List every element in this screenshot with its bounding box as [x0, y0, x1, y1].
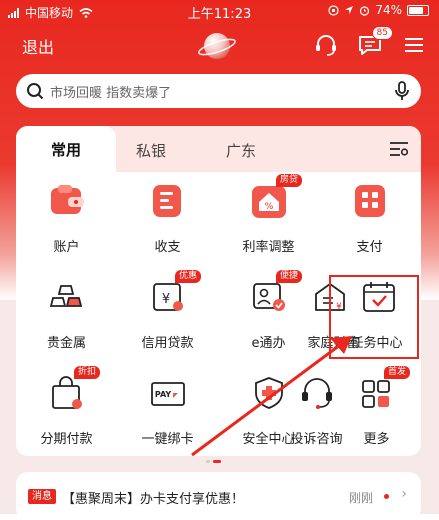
house-rate-icon: %	[252, 186, 286, 218]
shopping-bag-icon	[52, 376, 82, 409]
grid-item-rate-adjust[interactable]: % 房贷 利率调整	[218, 172, 319, 268]
exit-button[interactable]: 退出	[22, 34, 54, 58]
credit-loan-icon: ¥	[153, 283, 183, 311]
grid-more-icon	[362, 380, 390, 408]
grid-item-label: 贵金属	[46, 336, 86, 351]
tab-bar: 常用 私银 广东	[16, 126, 421, 172]
battery-percent: 74%	[375, 3, 402, 17]
svg-text:PAY: PAY	[155, 390, 172, 399]
pay-card-icon: PAY	[151, 382, 185, 406]
task-center-highlight-box	[329, 275, 419, 359]
unread-dot	[384, 494, 389, 499]
grid-item-label: 支付	[356, 240, 383, 255]
grid-item-label: 收支	[154, 240, 181, 255]
battery-icon	[407, 4, 429, 16]
grid-item-income-expense[interactable]: 收支	[117, 172, 218, 268]
page-indicator	[206, 460, 221, 463]
grid-item-bind-card[interactable]: PAY 一键绑卡	[117, 364, 218, 456]
function-card: 常用 私银 广东 账户 收支 % 房贷 利率调整 支付 贵金属 ¥ 优惠 信用贷…	[16, 126, 421, 456]
microphone-icon[interactable]	[393, 81, 411, 101]
grid-item-credit-loan[interactable]: ¥ 优惠 信用贷款	[117, 268, 218, 364]
grid-item-account[interactable]: 账户	[16, 172, 117, 268]
tab-guangdong[interactable]: 广东	[226, 140, 256, 161]
notice-text: 【惠聚周末】办卡支付享优惠！	[62, 492, 245, 507]
payment-icon	[355, 185, 385, 217]
svg-text:¥: ¥	[162, 292, 170, 307]
planet-logo-icon	[198, 33, 236, 59]
header-actions: 85	[313, 26, 427, 58]
grid-item-label: 更多	[363, 432, 390, 447]
account-icon	[51, 185, 84, 214]
customer-service-icon[interactable]	[313, 32, 339, 58]
top-bar: 退出 85	[0, 26, 439, 62]
status-right: 74%	[328, 3, 429, 17]
grid-item-label: 分期付款	[40, 432, 93, 447]
grid-item-installment[interactable]: 折扣 分期付款	[16, 364, 117, 456]
location-icon	[345, 6, 354, 14]
menu-icon[interactable]	[401, 32, 427, 58]
grid-item-label: 账户	[53, 240, 80, 255]
notice-bar[interactable]: 消息 【惠聚周末】办卡支付享优惠！ 刚刚 ›	[16, 472, 421, 520]
message-button[interactable]: 85	[357, 26, 393, 58]
search-bar[interactable]: 市场回暖 指数卖爆了	[16, 74, 421, 108]
orientation-lock-icon	[328, 4, 339, 16]
grid-item-precious-metal[interactable]: 贵金属	[16, 268, 117, 364]
grid-item-label: 利率调整	[242, 240, 295, 255]
svg-text:%: %	[265, 202, 274, 212]
notice-tag: 消息	[28, 489, 56, 504]
tag-badge: 折扣	[74, 366, 101, 379]
filter-settings-icon[interactable]	[389, 140, 409, 158]
chevron-right-icon: ›	[401, 486, 407, 502]
page-dot	[206, 460, 210, 463]
grid-item-label: 信用贷款	[141, 336, 194, 351]
search-placeholder: 市场回暖 指数卖爆了	[50, 85, 172, 101]
headset-icon	[302, 378, 332, 409]
grid-item-more[interactable]: 首发 更多	[332, 364, 421, 456]
notice-time: 刚刚	[348, 491, 373, 505]
tag-badge: 便捷	[276, 270, 303, 283]
grid-item-payment[interactable]: 支付	[319, 172, 420, 268]
alarm-icon	[360, 5, 370, 16]
tag-badge: 首发	[384, 366, 411, 379]
tab-private-bank[interactable]: 私银	[136, 140, 166, 161]
tag-badge: 优惠	[175, 270, 202, 283]
tab-common[interactable]: 常用	[16, 126, 116, 172]
message-badge: 85	[371, 26, 393, 40]
grid-item-label: 一键绑卡	[141, 432, 194, 447]
e-service-icon	[253, 283, 285, 311]
page-dot-active	[213, 460, 221, 463]
tag-badge: 房贷	[276, 174, 303, 187]
income-expense-icon	[153, 185, 181, 217]
search-icon	[27, 83, 44, 100]
gold-bars-icon	[49, 285, 83, 307]
status-bar: 中国移动 上午11:23 74%	[0, 0, 439, 22]
